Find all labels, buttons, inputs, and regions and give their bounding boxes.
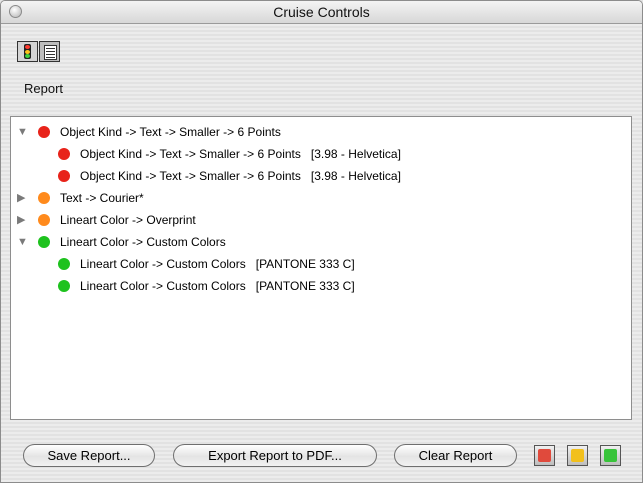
disclosure-closed-icon[interactable]: ▶: [17, 192, 29, 204]
report-row-text: Lineart Color -> Custom Colors: [60, 235, 226, 249]
orange-status-icon: [38, 214, 50, 226]
orange-status-icon: [38, 192, 50, 204]
cruise-controls-window: Cruise Controls Report ▼ Object Kind -> T…: [0, 0, 643, 483]
report-row-text: Lineart Color -> Custom Colors [PANTONE …: [80, 257, 355, 271]
report-row[interactable]: Object Kind -> Text -> Smaller -> 6 Poin…: [11, 168, 611, 188]
export-pdf-button[interactable]: Export Report to PDF...: [173, 444, 377, 467]
report-row-text: Object Kind -> Text -> Smaller -> 6 Poin…: [60, 125, 281, 139]
save-report-button[interactable]: Save Report...: [23, 444, 155, 467]
red-status-icon: [58, 148, 70, 160]
disclosure-closed-icon[interactable]: ▶: [17, 214, 29, 226]
filter-red-button[interactable]: [534, 445, 555, 466]
report-row[interactable]: ▶ Lineart Color -> Overprint: [11, 212, 611, 232]
traffic-light-icon: [24, 44, 31, 59]
report-row-text: Lineart Color -> Custom Colors [PANTONE …: [80, 279, 355, 293]
report-toolbar-button[interactable]: [39, 41, 60, 62]
red-light-icon: [538, 449, 551, 462]
report-list[interactable]: ▼ Object Kind -> Text -> Smaller -> 6 Poi…: [10, 116, 632, 420]
report-row[interactable]: Object Kind -> Text -> Smaller -> 6 Poin…: [11, 146, 611, 166]
report-row[interactable]: ▼ Object Kind -> Text -> Smaller -> 6 Poi…: [11, 124, 611, 144]
filter-yellow-button[interactable]: [567, 445, 588, 466]
disclosure-open-icon[interactable]: ▼: [17, 126, 29, 138]
report-row[interactable]: ▼ Lineart Color -> Custom Colors: [11, 234, 611, 254]
toolbar-label-report: Report: [24, 81, 64, 96]
green-status-icon: [58, 280, 70, 292]
report-row[interactable]: Lineart Color -> Custom Colors [PANTONE …: [11, 278, 611, 298]
window-title: Cruise Controls: [273, 4, 370, 20]
title-bar: Cruise Controls: [1, 1, 642, 24]
report-row-text: Object Kind -> Text -> Smaller -> 6 Poin…: [80, 147, 401, 161]
report-row-text: Object Kind -> Text -> Smaller -> 6 Poin…: [80, 169, 401, 183]
yellow-light-icon: [571, 449, 584, 462]
green-status-icon: [58, 258, 70, 270]
green-light-icon: [604, 449, 617, 462]
traffic-light-toolbar-button[interactable]: [17, 41, 38, 62]
report-row-text: Lineart Color -> Overprint: [60, 213, 196, 227]
red-status-icon: [38, 126, 50, 138]
clear-report-button[interactable]: Clear Report: [394, 444, 517, 467]
report-row-text: Text -> Courier*: [60, 191, 144, 205]
report-row[interactable]: Lineart Color -> Custom Colors [PANTONE …: [11, 256, 611, 276]
red-status-icon: [58, 170, 70, 182]
report-icon: [44, 45, 57, 60]
disclosure-open-icon[interactable]: ▼: [17, 236, 29, 248]
filter-green-button[interactable]: [600, 445, 621, 466]
report-row[interactable]: ▶ Text -> Courier*: [11, 190, 611, 210]
green-status-icon: [38, 236, 50, 248]
